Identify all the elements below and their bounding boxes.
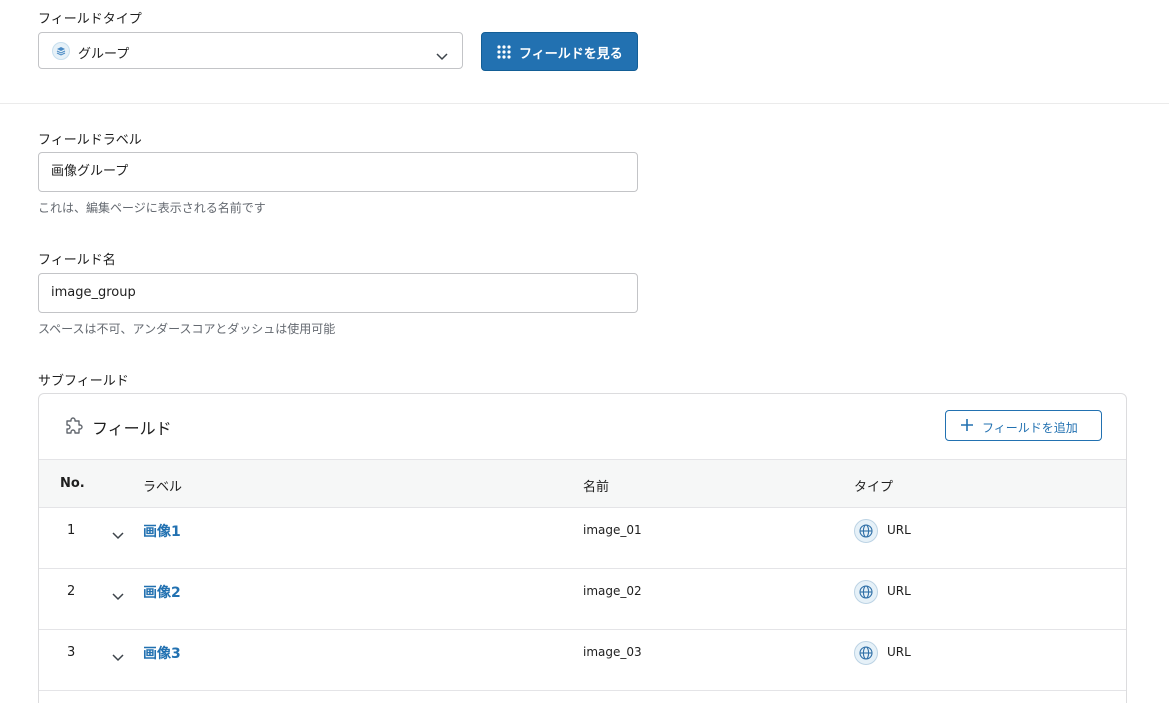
layers-icon: [52, 42, 70, 60]
sub-fields-label: サブフィールド: [38, 374, 129, 389]
sub-fields-panel-header: フィールド フィールドを追加: [39, 394, 1126, 459]
field-label-help: これは、編集ページに表示される名前です: [38, 201, 266, 215]
row-number: 1: [67, 523, 76, 538]
field-type-value: グループ: [78, 47, 130, 62]
section-divider: [0, 103, 1169, 104]
column-header-name: 名前: [583, 480, 610, 495]
row-field-name: image_03: [583, 645, 642, 659]
chevron-down-icon[interactable]: [112, 586, 124, 605]
add-field-button[interactable]: フィールドを追加: [945, 410, 1102, 441]
column-header-no: No.: [60, 476, 85, 491]
globe-icon: [854, 641, 878, 665]
grid-icon: [497, 45, 511, 63]
row-label-link[interactable]: 画像1: [143, 521, 181, 541]
field-type-label: フィールドタイプ: [38, 12, 142, 27]
row-field-name: image_01: [583, 523, 642, 537]
field-name-input[interactable]: image_group: [38, 273, 638, 313]
field-label-input[interactable]: 画像グループ: [38, 152, 638, 192]
chevron-down-icon[interactable]: [112, 525, 124, 544]
column-header-label: ラベル: [143, 480, 183, 495]
row-label-link[interactable]: 画像2: [143, 582, 181, 602]
table-row: 2 画像2 image_02 URL: [39, 569, 1126, 630]
field-label-label: フィールドラベル: [38, 133, 142, 148]
field-settings-page: フィールドタイプ グループ フィールドを見る フィールドラベル 画像グループ こ…: [0, 0, 1169, 703]
puzzle-icon: [64, 417, 84, 441]
browse-fields-button[interactable]: フィールドを見る: [481, 32, 638, 71]
column-header-type: タイプ: [854, 480, 894, 495]
browse-fields-label: フィールドを見る: [519, 47, 623, 62]
row-field-name: image_02: [583, 584, 642, 598]
row-label-link[interactable]: 画像3: [143, 643, 181, 663]
field-name-help: スペースは不可、アンダースコアとダッシュは使用可能: [38, 322, 336, 336]
table-header: No. ラベル 名前 タイプ: [39, 459, 1126, 508]
row-number: 3: [67, 645, 76, 660]
table-row: 1 画像1 image_01 URL: [39, 508, 1126, 569]
globe-icon: [854, 519, 878, 543]
add-field-label: フィールドを追加: [982, 421, 1078, 435]
row-field-type: URL: [887, 584, 911, 598]
row-field-type: URL: [887, 523, 911, 537]
sub-fields-panel: フィールド フィールドを追加 No. ラベル 名前 タイプ 1 画像1 imag…: [38, 393, 1127, 703]
panel-title: フィールド: [92, 419, 172, 438]
chevron-down-icon: [436, 46, 448, 65]
chevron-down-icon[interactable]: [112, 647, 124, 666]
row-field-type: URL: [887, 645, 911, 659]
plus-icon: [960, 418, 974, 435]
globe-icon: [854, 580, 878, 604]
table-row: 3 画像3 image_03 URL: [39, 630, 1126, 691]
row-number: 2: [67, 584, 76, 599]
field-name-label: フィールド名: [38, 253, 116, 268]
field-type-select[interactable]: グループ: [38, 32, 463, 69]
